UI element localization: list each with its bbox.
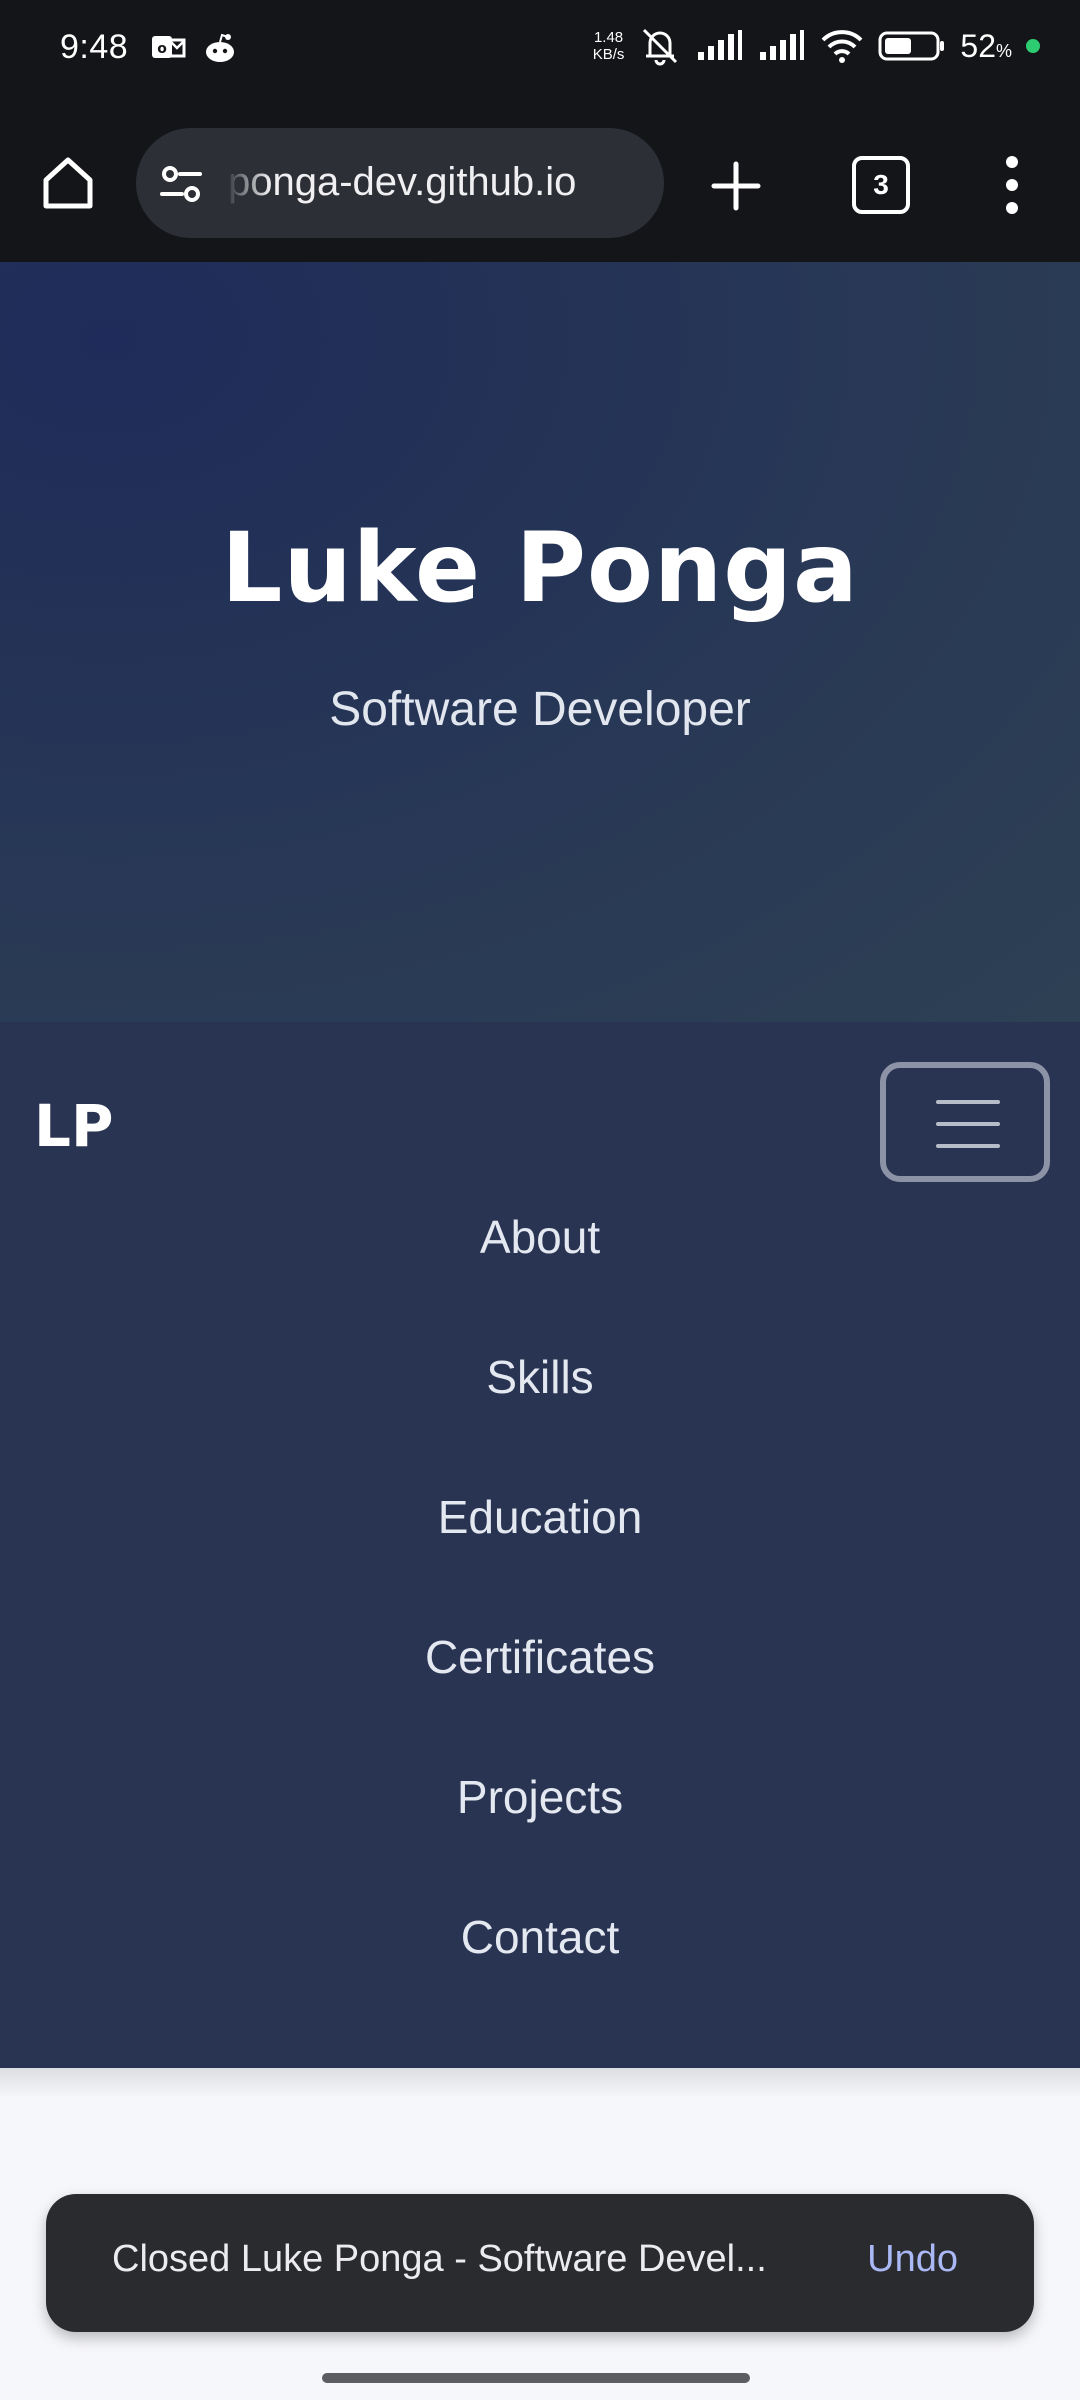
signal-sim2-icon [760, 30, 805, 60]
site-logo[interactable]: LP [34, 1092, 113, 1160]
hamburger-line [936, 1100, 1000, 1104]
home-icon[interactable] [36, 150, 100, 214]
nav-link-certificates[interactable]: Certificates [0, 1612, 1080, 1752]
url-text[interactable]: ponga-dev.github.io [228, 160, 576, 205]
notification-icons: o [150, 32, 238, 64]
network-speed: 1.48 KB/s [593, 29, 625, 63]
hamburger-line [936, 1144, 1000, 1148]
battery-percent: 52% [960, 28, 1012, 65]
url-fade [220, 148, 270, 218]
site-settings-icon[interactable] [158, 162, 204, 208]
address-bar[interactable]: ponga-dev.github.io [136, 128, 664, 238]
more-options-icon[interactable] [990, 150, 1034, 220]
battery-icon [878, 31, 945, 61]
status-bar: 9:48 o 1.48 KB/s 52% [0, 0, 1080, 106]
gesture-handle[interactable] [322, 2373, 750, 2383]
wifi-icon [821, 30, 863, 63]
hero-name: Luke Ponga [221, 512, 859, 624]
reddit-icon [206, 33, 234, 62]
browser-toolbar: ponga-dev.github.io 3 [0, 106, 1080, 262]
nav-link-education[interactable]: Education [0, 1472, 1080, 1612]
nav-link-projects[interactable]: Projects [0, 1752, 1080, 1892]
tab-switcher-button[interactable]: 3 [852, 156, 910, 214]
nav-link-about[interactable]: About [0, 1192, 1080, 1332]
undo-button[interactable]: Undo [867, 2238, 958, 2281]
site-nav: LP About Skills Education Certificates P… [0, 1022, 1080, 2068]
nav-links: About Skills Education Certificates Proj… [0, 1192, 1080, 2032]
net-speed-value: 1.48 [593, 29, 624, 46]
status-right-icons: 1.48 KB/s 52% [593, 26, 1040, 66]
net-speed-unit: KB/s [592, 46, 625, 63]
bell-muted-icon [643, 28, 678, 66]
outlook-icon: o [152, 36, 186, 58]
nav-link-skills[interactable]: Skills [0, 1332, 1080, 1472]
snackbar-message: Closed Luke Ponga - Software Devel... [112, 2238, 767, 2280]
battery-unit: % [995, 40, 1012, 61]
nav-link-contact[interactable]: Contact [0, 1892, 1080, 2032]
charging-dot [1026, 39, 1040, 53]
new-tab-icon[interactable] [706, 156, 766, 216]
nav-shadow [0, 2068, 1080, 2098]
signal-sim1-icon [698, 30, 743, 60]
page: 9:48 o 1.48 KB/s 52% ponga-dev.github.io… [0, 0, 1080, 2400]
hero-section: Luke Ponga Software Developer [0, 262, 1080, 1022]
status-time: 9:48 [60, 28, 129, 66]
hamburger-line [936, 1122, 1000, 1126]
hero-subtitle: Software Developer [329, 683, 751, 736]
snackbar: Closed Luke Ponga - Software Devel... Un… [46, 2194, 1034, 2332]
battery-value: 52 [960, 27, 996, 64]
svg-text:o: o [157, 41, 167, 57]
menu-toggle-button[interactable] [880, 1062, 1050, 1182]
